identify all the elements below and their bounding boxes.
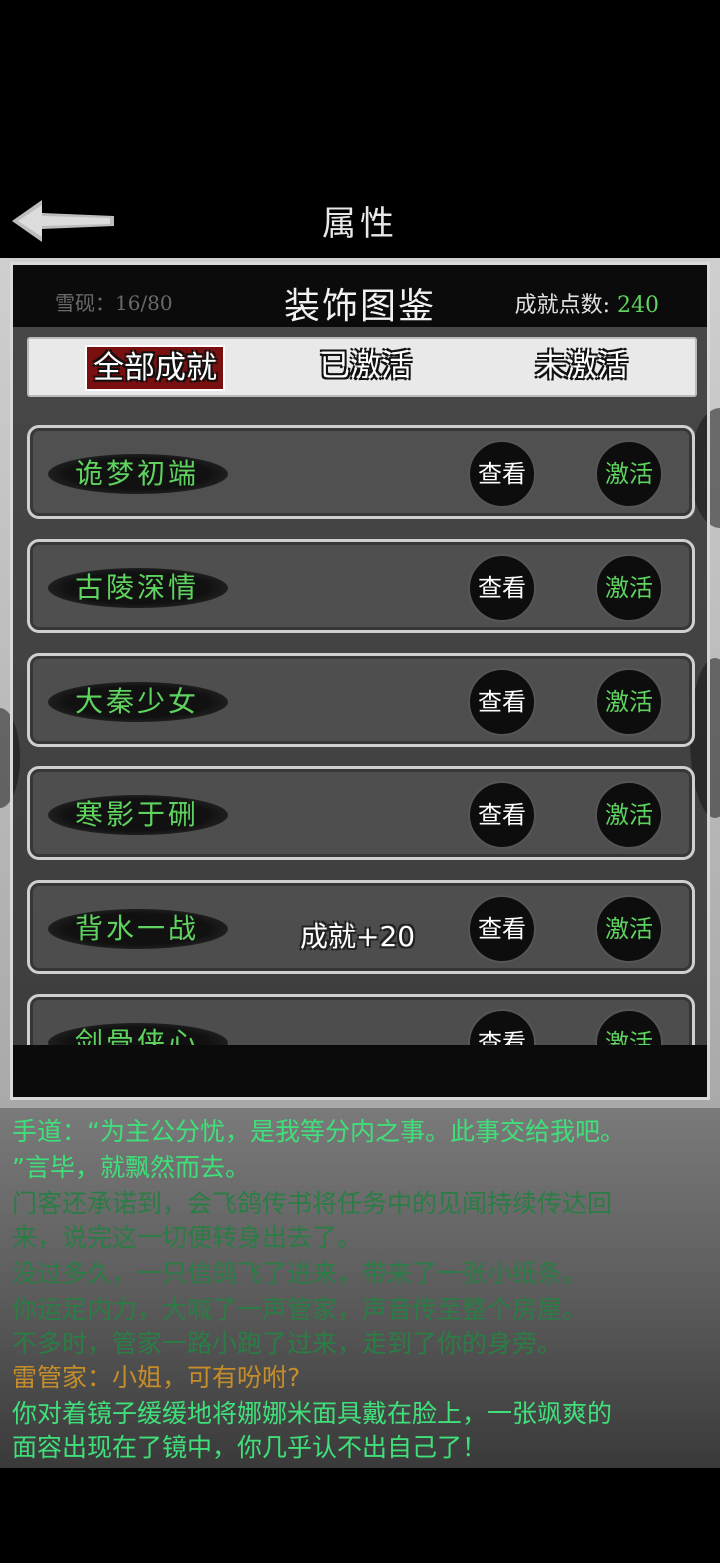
story-line: ”言毕，就飘然而去。 [12, 1153, 250, 1182]
reward-badge: 成就+20 [300, 920, 416, 953]
item-name: 背水一战 [75, 912, 200, 945]
view-button[interactable]: 查看 [468, 781, 536, 849]
page-title: 属性 [322, 204, 398, 244]
dialog-footer [13, 1045, 707, 1097]
list-item: 大秦少女 查看 激活 [27, 653, 695, 747]
tab-not-activated[interactable]: 未激活 [535, 345, 628, 387]
story-log[interactable]: 手道：“为主公分忧，是我等分内之事。此事交给我吧。 ”言毕，就飘然而去。 门客还… [0, 1108, 720, 1468]
story-line: 不多时，管家一路小跑了过来，走到了你的身旁。 [12, 1329, 563, 1358]
list-item: 剑骨侠心 查看 激活 [27, 994, 695, 1051]
item-name: 大秦少女 [75, 685, 200, 718]
story-line: 来，说完这一切便转身出去了。 [12, 1223, 363, 1252]
filter-tabs: 全部成就 已激活 未激活 [27, 337, 697, 397]
tab-all-achievements[interactable]: 全部成就 [85, 345, 225, 391]
story-line: 手道：“为主公分忧，是我等分内之事。此事交给我吧。 [12, 1117, 625, 1146]
story-line: 门客还承诺到，会飞鸽传书将任务中的见闻持续传达回 [12, 1189, 613, 1218]
list-item: 古陵深情 查看 激活 [27, 539, 695, 633]
points-value: 240 [617, 293, 659, 318]
activate-button[interactable]: 激活 [595, 554, 663, 622]
view-button[interactable]: 查看 [468, 554, 536, 622]
points-label: 成就点数: [514, 293, 610, 318]
activate-button[interactable]: 激活 [595, 440, 663, 508]
item-name: 古陵深情 [75, 571, 200, 604]
achievement-points: 成就点数: 240 [515, 287, 659, 319]
speaker-line: 雷管家：小姐，可有吩咐? [12, 1363, 301, 1392]
story-line: 你对着镜子缓缓地将娜娜米面具戴在脸上，一张飒爽的 [12, 1399, 613, 1428]
item-name: 诡梦初端 [75, 457, 200, 490]
achievement-list[interactable]: 诡梦初端 查看 激活 古陵深情 查看 激活 大秦少女 查看 激活 寒影于硎 查看… [27, 423, 697, 1051]
story-line: 你运足内力，大喊了一声管家，声音传至整个房屋。 [12, 1295, 588, 1324]
activate-button[interactable]: 激活 [595, 781, 663, 849]
list-item: 背水一战 成就+20 查看 激活 [27, 880, 695, 974]
list-item: 寒影于硎 查看 激活 [27, 766, 695, 860]
decoration-codex-dialog: 雪砚：16/80 装饰图鉴 成就点数: 240 全部成就 已激活 未激活 诡梦初… [10, 262, 710, 1100]
item-name: 寒影于硎 [75, 798, 200, 831]
activate-button[interactable]: 激活 [595, 668, 663, 736]
story-line: 没过多久，一只信鸽飞了进来，带来了一张小纸条。 [12, 1259, 588, 1288]
view-button[interactable]: 查看 [468, 668, 536, 736]
list-item: 诡梦初端 查看 激活 [27, 425, 695, 519]
story-line: 面容出现在了镜中，你几乎认不出自己了！ [12, 1433, 488, 1462]
view-button[interactable]: 查看 [468, 895, 536, 963]
activate-button[interactable]: 激活 [595, 895, 663, 963]
tab-activated[interactable]: 已激活 [319, 345, 412, 387]
view-button[interactable]: 查看 [468, 440, 536, 508]
